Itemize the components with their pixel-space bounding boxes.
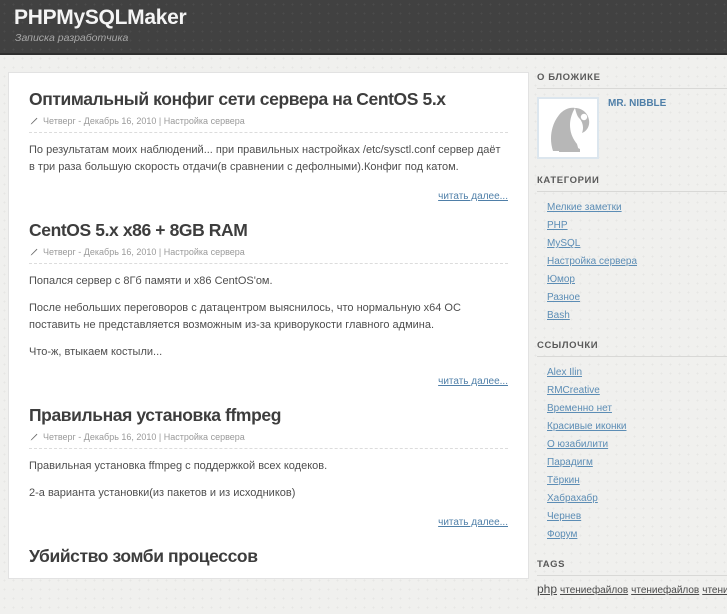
post-item: Оптимальный конфиг сети сервера на CentO… — [29, 89, 508, 220]
blogroll-link[interactable]: О юзабилити — [547, 439, 608, 450]
post-title[interactable]: Убийство зомби процессов — [29, 546, 508, 567]
post-paragraph: По результатам моих наблюдений... при пр… — [29, 144, 501, 173]
list-item: Alex Ilin — [547, 363, 727, 381]
list-item: Bash — [547, 306, 727, 324]
readmore-row: читать далее... — [29, 186, 508, 218]
post-title[interactable]: Правильная установка ffmpeg — [29, 405, 508, 426]
category-link[interactable]: MySQL — [547, 238, 580, 249]
list-item: Настройка сервера — [547, 252, 727, 270]
post-paragraph: 2-а варианта установки(из пакетов и из и… — [29, 487, 296, 499]
site-title: PHPMySQLMaker — [14, 6, 187, 29]
post-meta: Четверг - Декабрь 16, 2010 | Настройка с… — [29, 431, 508, 449]
blogroll-link[interactable]: Хабрахабр — [547, 493, 598, 504]
category-list: Мелкие заметки PHP MySQL Настройка серве… — [537, 198, 727, 324]
list-item: MySQL — [547, 234, 727, 252]
sidebar: О БЛОЖИКЕ Mr. Nibble Категории Мелкие за… — [537, 72, 727, 614]
list-item: PHP — [547, 216, 727, 234]
blogroll-list: Alex Ilin RMCreative Временно нет Красив… — [537, 363, 727, 543]
author-link[interactable]: Mr. Nibble — [608, 97, 666, 111]
readmore-row: читать далее... — [29, 512, 508, 544]
list-item: Разное — [547, 288, 727, 306]
list-item: Парадигм — [547, 453, 727, 471]
post-paragraph: Правильная установка ffmpeg с поддержкой… — [29, 460, 328, 472]
post-meta: Четверг - Декабрь 16, 2010 | Настройка с… — [29, 246, 508, 264]
blogroll-link[interactable]: Красивые иконки — [547, 421, 627, 432]
post-meta-text: Четверг - Декабрь 16, 2010 | Настройка с… — [43, 116, 245, 126]
pencil-icon — [29, 248, 38, 257]
category-link[interactable]: Bash — [547, 310, 570, 321]
post-paragraph: Что-ж, втыкаем костыли... — [29, 346, 163, 358]
category-link[interactable]: Разное — [547, 292, 580, 303]
post-meta: Четверг - Декабрь 16, 2010 | Настройка с… — [29, 115, 508, 133]
post-item: Правильная установка ffmpeg Четверг - Де… — [29, 405, 508, 546]
tag-link[interactable]: чтениефайлов — [560, 585, 628, 596]
list-item: RMCreative — [547, 381, 727, 399]
widget-title-about: О БЛОЖИКЕ — [537, 72, 727, 89]
category-link[interactable]: PHP — [547, 220, 568, 231]
list-item: Мелкие заметки — [547, 198, 727, 216]
read-more-link[interactable]: читать далее... — [438, 517, 508, 528]
pencil-icon — [29, 117, 38, 126]
widget-title-links: Ссылочки — [537, 340, 727, 357]
site-tagline: Записка разработчика — [15, 32, 129, 44]
widget-title-tags: Tags — [537, 559, 727, 576]
post-body: По результатам моих наблюдений... при пр… — [29, 133, 508, 176]
tag-link[interactable]: чтениефайлов — [631, 585, 699, 596]
category-link[interactable]: Юмор — [547, 274, 575, 285]
blogroll-link[interactable]: Парадигм — [547, 457, 593, 468]
blogroll-link[interactable]: Временно нет — [547, 403, 612, 414]
widget-about: О БЛОЖИКЕ Mr. Nibble — [537, 72, 727, 159]
list-item: Чернев — [547, 507, 727, 525]
read-more-link[interactable]: читать далее... — [438, 376, 508, 387]
list-item: Хабрахабр — [547, 489, 727, 507]
tag-cloud: phpчтениефайловчтениефайловчтениефайловч… — [537, 582, 727, 598]
widget-links: Ссылочки Alex Ilin RMCreative Временно н… — [537, 340, 727, 543]
read-more-link[interactable]: читать далее... — [438, 191, 508, 202]
widget-title-categories: Категории — [537, 175, 727, 192]
page-layout: Оптимальный конфиг сети сервера на CentO… — [0, 55, 727, 614]
tag-link[interactable]: чтениефайлов — [702, 585, 727, 596]
list-item: Форум — [547, 525, 727, 543]
blogroll-link[interactable]: Чернев — [547, 511, 581, 522]
blogroll-link[interactable]: Alex Ilin — [547, 367, 582, 378]
blogroll-link[interactable]: Форум — [547, 529, 577, 540]
post-title[interactable]: Оптимальный конфиг сети сервера на CentO… — [29, 89, 508, 110]
site-header: PHPMySQLMaker Записка разработчика — [0, 0, 727, 55]
post-meta-text: Четверг - Декабрь 16, 2010 | Настройка с… — [43, 247, 245, 257]
content-area: Оптимальный конфиг сети сервера на CentO… — [8, 72, 529, 579]
widget-tags: Tags phpчтениефайловчтениефайловчтениефа… — [537, 559, 727, 598]
post-item: CentOS 5.x x86 + 8GB RAM Четверг - Декаб… — [29, 220, 508, 405]
post-body: Попался сервер с 8Гб памяти и x86 CentOS… — [29, 264, 508, 361]
blogroll-link[interactable]: Тёркин — [547, 475, 580, 486]
post-paragraph: После небольших переговоров с датацентро… — [29, 302, 461, 331]
pencil-icon — [29, 433, 38, 442]
category-link[interactable]: Настройка сервера — [547, 256, 637, 267]
list-item: Юмор — [547, 270, 727, 288]
about-row: Mr. Nibble — [537, 95, 727, 159]
post-paragraph: Попался сервер с 8Гб памяти и x86 CentOS… — [29, 275, 273, 287]
list-item: Красивые иконки — [547, 417, 727, 435]
list-item: Временно нет — [547, 399, 727, 417]
avatar — [537, 97, 599, 159]
readmore-row: читать далее... — [29, 371, 508, 403]
post-body: Правильная установка ffmpeg с поддержкой… — [29, 449, 508, 502]
post-item: Убийство зомби процессов — [29, 546, 508, 574]
list-item: Тёркин — [547, 471, 727, 489]
post-title[interactable]: CentOS 5.x x86 + 8GB RAM — [29, 220, 508, 241]
blogroll-link[interactable]: RMCreative — [547, 385, 600, 396]
category-link[interactable]: Мелкие заметки — [547, 202, 622, 213]
list-item: О юзабилити — [547, 435, 727, 453]
widget-categories: Категории Мелкие заметки PHP MySQL Настр… — [537, 175, 727, 324]
tag-link[interactable]: php — [537, 582, 557, 596]
post-meta-text: Четверг - Декабрь 16, 2010 | Настройка с… — [43, 432, 245, 442]
